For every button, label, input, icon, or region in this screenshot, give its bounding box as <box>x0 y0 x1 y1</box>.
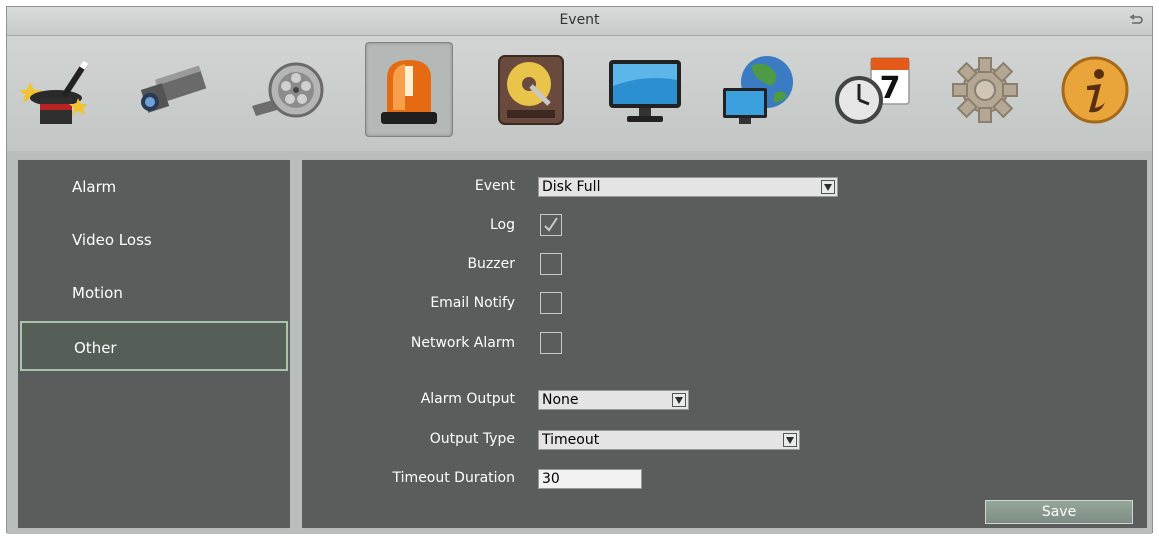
email-notify-label: Email Notify <box>430 295 515 311</box>
toolbar-display[interactable] <box>601 42 689 137</box>
event-select-value: Disk Full <box>542 179 601 195</box>
chevron-down-icon[interactable] <box>672 393 686 407</box>
chevron-down-icon[interactable] <box>783 433 797 447</box>
info-icon <box>1061 56 1129 123</box>
hard-drive-icon <box>498 54 564 125</box>
email-notify-checkbox[interactable] <box>540 292 562 314</box>
alarm-output-label: Alarm Output <box>420 391 515 407</box>
film-reel-icon <box>252 62 324 117</box>
log-label: Log <box>489 217 515 233</box>
monitor-icon <box>609 59 681 122</box>
sidebar-item-motion[interactable]: Motion <box>18 268 290 318</box>
log-checkbox[interactable] <box>540 214 562 236</box>
gear-icon <box>952 56 1018 123</box>
content-area: Alarm Video Loss Motion Other Event Disk… <box>7 151 1152 534</box>
network-globe-icon <box>723 55 793 124</box>
toolbar-camera[interactable] <box>128 42 216 137</box>
toolbar-info[interactable] <box>1051 42 1139 137</box>
timeout-duration-label: Timeout Duration <box>392 470 515 486</box>
window-title: Event <box>559 12 600 28</box>
event-window: Event 7 Alarm Video Loss Motion Other Ev… <box>6 6 1153 534</box>
output-type-label: Output Type <box>429 431 515 447</box>
save-button[interactable]: Save <box>985 500 1133 524</box>
title-bar: Event <box>7 7 1152 36</box>
network-alarm-checkbox[interactable] <box>540 332 562 354</box>
sidebar-item-other[interactable]: Other <box>20 321 288 371</box>
checkmark-icon <box>544 217 558 232</box>
event-settings-panel: Event Disk Full Log Buzzer Email Notify … <box>301 159 1148 529</box>
event-select[interactable]: Disk Full <box>538 177 838 197</box>
toolbar-playback[interactable] <box>244 42 332 137</box>
schedule-clock-calendar-icon: 7 <box>835 56 910 124</box>
toolbar-disk[interactable] <box>487 42 575 137</box>
output-type-value: Timeout <box>542 432 600 448</box>
sidebar-item-alarm[interactable]: Alarm <box>18 162 290 212</box>
sidebar-item-video-loss[interactable]: Video Loss <box>18 215 290 265</box>
timeout-duration-input[interactable]: 30 <box>538 469 642 489</box>
chevron-down-icon[interactable] <box>821 180 835 194</box>
alarm-output-select[interactable]: None <box>538 390 689 410</box>
toolbar-schedule[interactable]: 7 <box>829 42 917 137</box>
alarm-light-icon <box>381 59 437 124</box>
wizard-icon <box>20 59 89 124</box>
toolbar-event[interactable] <box>365 42 453 137</box>
event-sidebar: Alarm Video Loss Motion Other <box>17 159 291 529</box>
buzzer-checkbox[interactable] <box>540 253 562 275</box>
toolbar-network[interactable] <box>715 42 803 137</box>
network-alarm-label: Network Alarm <box>410 335 515 351</box>
main-toolbar: 7 <box>7 36 1152 151</box>
camera-icon <box>140 65 207 113</box>
toolbar-settings[interactable] <box>941 42 1029 137</box>
alarm-output-value: None <box>542 392 579 408</box>
back-arrow-icon[interactable] <box>1128 13 1144 29</box>
event-label: Event <box>474 178 515 194</box>
buzzer-label: Buzzer <box>467 256 515 272</box>
output-type-select[interactable]: Timeout <box>538 430 800 450</box>
toolbar-wizard[interactable] <box>14 42 102 137</box>
